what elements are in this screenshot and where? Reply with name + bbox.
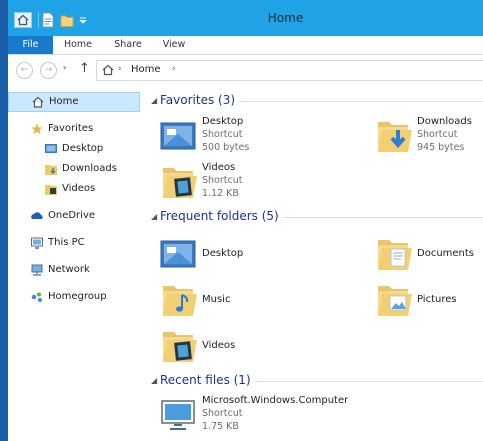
- breadcrumb-chevron-icon[interactable]: ›: [118, 64, 122, 74]
- list-item[interactable]: Videos Shortcut 1.12 KB: [159, 162, 339, 206]
- item-name: Desktop: [202, 116, 244, 127]
- item-name: Videos: [202, 340, 236, 351]
- group-header-frequent-folders[interactable]: ◢ Frequent folders (5): [146, 209, 483, 225]
- collapse-chevron-icon[interactable]: ◢: [151, 96, 157, 105]
- window-title: Home: [267, 11, 304, 25]
- tab-home[interactable]: Home: [59, 36, 97, 54]
- recent-locations-dropdown-icon[interactable]: ▾: [63, 64, 67, 72]
- item-name: Downloads: [417, 116, 472, 127]
- ribbon-tabs: File Home Share View: [8, 36, 483, 55]
- item-name: Music: [202, 294, 231, 305]
- home-icon: [32, 96, 44, 108]
- videos-folder-icon: [159, 162, 197, 202]
- documents-folder-icon: [374, 234, 412, 274]
- item-size: 500 bytes: [202, 142, 250, 153]
- group-title: Favorites (3): [160, 93, 236, 107]
- group-divider: [282, 217, 483, 218]
- group-divider: [254, 381, 483, 382]
- nav-item-home[interactable]: Home: [8, 92, 140, 112]
- computer-icon: [31, 237, 43, 249]
- forward-button[interactable]: →: [40, 62, 57, 79]
- desktop-icon: [159, 234, 197, 274]
- explorer-window: Home File Home Share View ← → ▾ ↑ › Home…: [8, 0, 483, 441]
- nav-item-downloads[interactable]: Downloads: [8, 160, 138, 178]
- breadcrumb-home[interactable]: Home: [131, 64, 161, 75]
- computer-icon: [161, 400, 195, 430]
- tab-file[interactable]: File: [8, 36, 53, 54]
- navigation-bar: ← → ▾ ↑ › Home ›: [8, 55, 483, 85]
- star-icon: [31, 123, 43, 134]
- list-item[interactable]: Microsoft.Windows.Computer Shortcut 1.75…: [159, 395, 359, 439]
- group-title: Recent files (1): [160, 373, 251, 387]
- address-bar[interactable]: › Home ›: [96, 60, 483, 81]
- home-icon: [102, 64, 114, 76]
- nav-item-this-pc[interactable]: This PC: [8, 234, 138, 252]
- item-name: Videos: [202, 162, 236, 173]
- back-button[interactable]: ←: [16, 62, 33, 79]
- nav-item-homegroup[interactable]: Homegroup: [8, 288, 138, 306]
- nav-item-label: Home: [49, 96, 79, 107]
- item-type: Shortcut: [417, 129, 458, 140]
- item-name: Desktop: [202, 248, 244, 259]
- collapse-chevron-icon[interactable]: ◢: [151, 376, 157, 385]
- nav-item-videos[interactable]: Videos: [8, 180, 138, 198]
- list-item[interactable]: Videos: [159, 326, 339, 370]
- nav-item-onedrive[interactable]: OneDrive: [8, 207, 138, 225]
- desktop-background: [0, 0, 8, 441]
- list-item[interactable]: Pictures: [374, 280, 479, 324]
- nav-item-label: Favorites: [48, 123, 94, 134]
- breadcrumb-chevron-icon[interactable]: ›: [172, 64, 176, 74]
- group-header-recent-files[interactable]: ◢ Recent files (1): [146, 373, 483, 389]
- videos-folder-icon: [159, 326, 197, 366]
- content-pane: ◢ Favorites (3) Desktop Shortcut 500 byt…: [146, 88, 483, 441]
- group-divider: [238, 101, 483, 102]
- nav-item-label: Desktop: [62, 143, 104, 154]
- nav-item-favorites[interactable]: Favorites: [8, 120, 138, 138]
- navigation-pane: Home Favorites Desktop Downloads Videos: [8, 88, 146, 441]
- network-icon: [31, 264, 43, 276]
- downloads-folder-icon: [45, 165, 57, 175]
- pictures-folder-icon: [374, 280, 412, 320]
- nav-item-network[interactable]: Network: [8, 261, 138, 279]
- item-name: Pictures: [417, 294, 457, 305]
- nav-item-label: Homegroup: [48, 291, 107, 302]
- desktop-icon: [45, 144, 57, 153]
- item-size: 1.75 KB: [202, 421, 239, 432]
- group-title: Frequent folders (5): [160, 209, 279, 223]
- desktop-icon: [159, 116, 197, 156]
- downloads-folder-icon: [374, 116, 412, 156]
- item-size: 945 bytes: [417, 142, 465, 153]
- nav-item-desktop[interactable]: Desktop: [8, 140, 138, 158]
- list-item[interactable]: Desktop Shortcut 500 bytes: [159, 116, 339, 160]
- item-type: Shortcut: [202, 408, 243, 419]
- list-item[interactable]: Documents: [374, 234, 479, 278]
- nav-item-label: Videos: [62, 183, 96, 194]
- nav-item-label: This PC: [48, 237, 85, 248]
- group-header-favorites[interactable]: ◢ Favorites (3): [146, 93, 483, 109]
- tab-share[interactable]: Share: [108, 36, 148, 54]
- list-item[interactable]: Downloads Shortcut 945 bytes: [374, 116, 479, 160]
- item-size: 1.12 KB: [202, 188, 239, 199]
- up-button[interactable]: ↑: [79, 61, 90, 76]
- item-name: Microsoft.Windows.Computer: [202, 395, 349, 406]
- item-type: Shortcut: [202, 175, 243, 186]
- nav-item-label: Downloads: [62, 163, 117, 174]
- tab-view[interactable]: View: [156, 36, 192, 54]
- homegroup-icon: [31, 292, 42, 302]
- videos-folder-icon: [45, 185, 57, 195]
- onedrive-cloud-icon: [31, 212, 43, 219]
- list-item[interactable]: Desktop: [159, 234, 339, 278]
- music-folder-icon: [159, 280, 197, 320]
- list-item[interactable]: Music: [159, 280, 339, 324]
- collapse-chevron-icon[interactable]: ◢: [151, 212, 157, 221]
- item-name: Documents: [417, 248, 475, 259]
- item-type: Shortcut: [202, 129, 243, 140]
- nav-item-label: OneDrive: [48, 210, 96, 221]
- title-bar: Home: [8, 0, 483, 36]
- nav-item-label: Network: [48, 264, 90, 275]
